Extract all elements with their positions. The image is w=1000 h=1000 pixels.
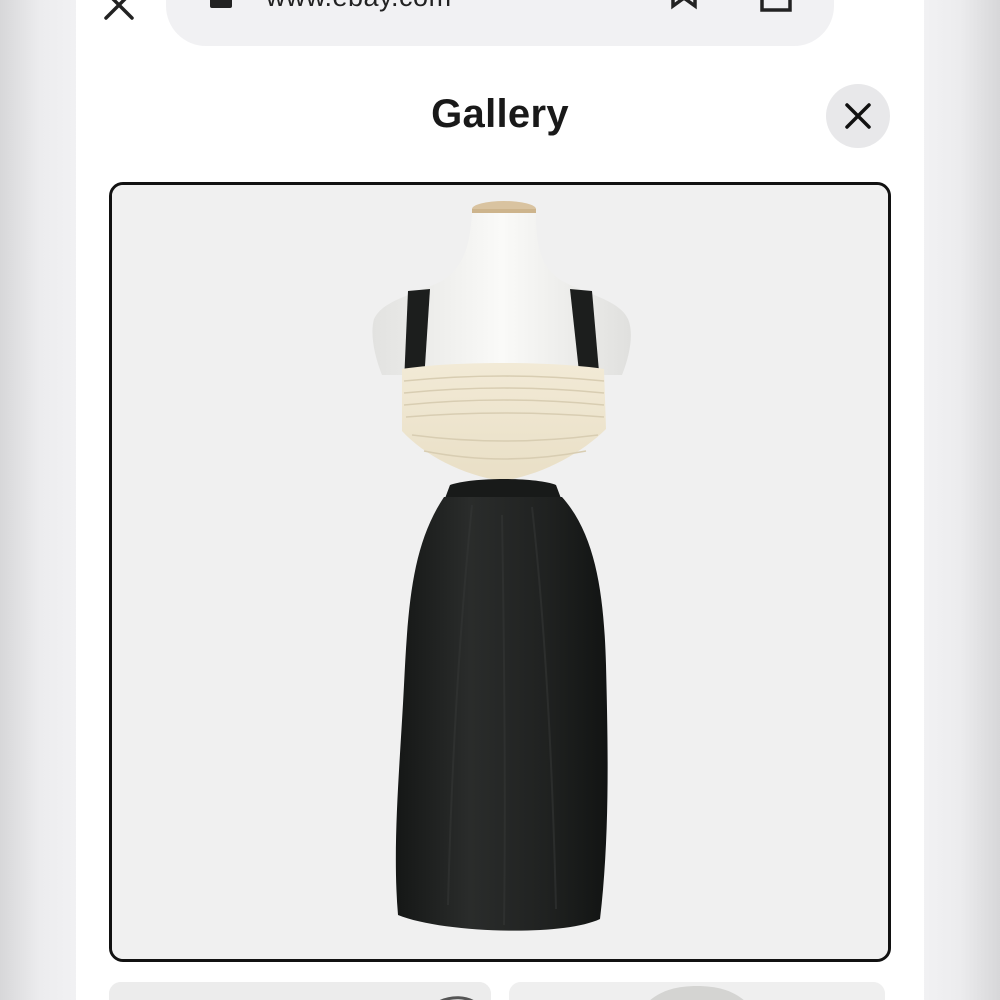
share-icon[interactable] bbox=[756, 0, 796, 14]
lock-icon bbox=[210, 0, 232, 8]
close-icon bbox=[845, 103, 871, 129]
main-product-image[interactable] bbox=[109, 182, 891, 962]
dress-photo bbox=[112, 185, 888, 959]
gallery-title: Gallery bbox=[431, 92, 569, 136]
thumbnail-image-2[interactable] bbox=[509, 982, 885, 1000]
address-bar[interactable]: www.ebay.com bbox=[166, 0, 834, 46]
bookmark-icon[interactable] bbox=[670, 0, 698, 10]
gallery-screen: www.ebay.com Gallery bbox=[76, 0, 924, 1000]
browser-close-icon[interactable] bbox=[102, 0, 136, 22]
close-gallery-button[interactable] bbox=[826, 84, 890, 148]
thumbnail-image-1[interactable] bbox=[109, 982, 491, 1000]
url-text: www.ebay.com bbox=[266, 0, 452, 13]
